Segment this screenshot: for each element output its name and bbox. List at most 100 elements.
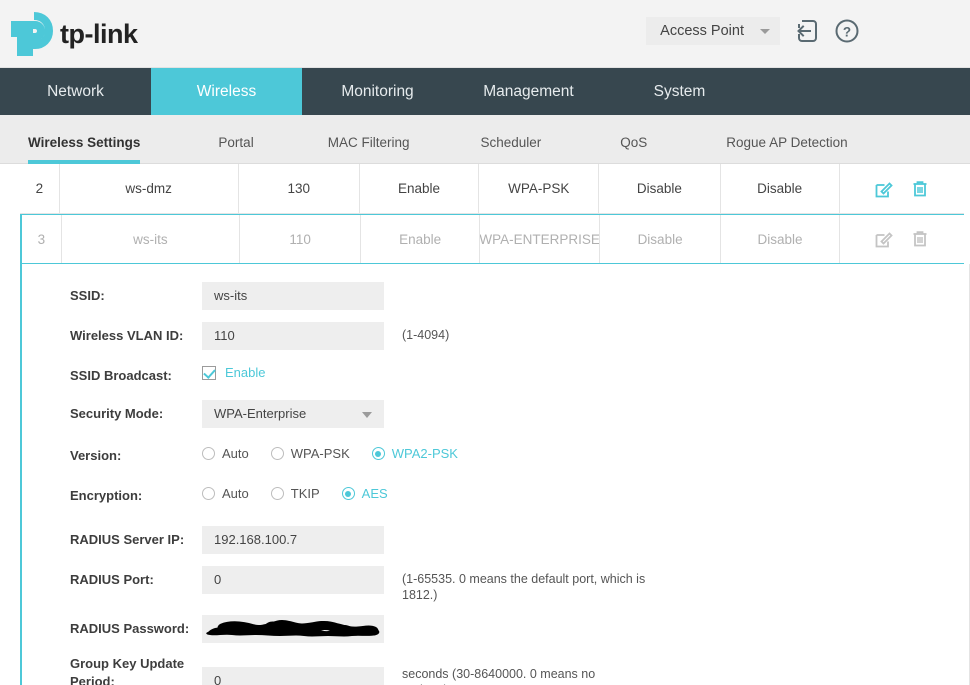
subnav-label: Wireless Settings bbox=[28, 135, 141, 150]
subnav-label: Scheduler bbox=[480, 135, 542, 150]
radius-password-input[interactable] bbox=[202, 615, 384, 644]
field-label: Encryption: bbox=[70, 488, 143, 503]
table-row[interactable]: 2 ws-dmz 130 Enable WPA-PSK Disable Disa… bbox=[20, 164, 964, 214]
nav-label: System bbox=[653, 82, 706, 100]
nav-label: Network bbox=[47, 82, 104, 100]
field-ssid-broadcast: SSID Broadcast: Enable bbox=[22, 362, 969, 388]
field-label: RADIUS Server IP: bbox=[70, 532, 185, 547]
radius-port-input[interactable]: 0 bbox=[202, 566, 384, 594]
edit-icon[interactable] bbox=[874, 229, 894, 249]
field-group-key-update-period: Group Key Update Period: 0 seconds (30-8… bbox=[22, 655, 969, 685]
delete-icon[interactable] bbox=[910, 179, 930, 199]
cell-security: WPA-ENTERPRISE bbox=[480, 215, 601, 263]
cell-index: 3 bbox=[22, 215, 62, 263]
field-label: Wireless VLAN ID: bbox=[70, 328, 184, 343]
chevron-down-icon bbox=[760, 28, 770, 34]
delete-icon[interactable] bbox=[910, 229, 930, 249]
nav-item-monitoring[interactable]: Monitoring bbox=[302, 68, 453, 115]
field-wireless-vlan-id: Wireless VLAN ID: 110 (1-4094) bbox=[22, 322, 969, 350]
cell-broadcast: Enable bbox=[360, 164, 480, 213]
cell-actions bbox=[840, 215, 964, 263]
field-hint: (1-4094) bbox=[402, 328, 450, 342]
operation-mode-select[interactable]: Access Point bbox=[646, 17, 780, 45]
tplink-logo: tp-link bbox=[10, 12, 138, 56]
cell-portal: Disable bbox=[599, 164, 721, 213]
cell-portal: Disable bbox=[600, 215, 722, 263]
nav-item-system[interactable]: System bbox=[604, 68, 755, 115]
radio-icon bbox=[270, 447, 284, 460]
help-icon[interactable]: ? bbox=[834, 18, 860, 44]
brand-name: tp-link bbox=[60, 18, 138, 49]
encryption-option-aes[interactable]: AES bbox=[341, 486, 388, 501]
cell-vlan-enable: Disable bbox=[721, 215, 841, 263]
field-label: Version: bbox=[70, 448, 122, 463]
radio-label: AES bbox=[361, 486, 388, 501]
field-hint: seconds (30-8640000. 0 means no update.) bbox=[402, 667, 596, 685]
field-version: Version: Auto WPA-PSK WPA2-PSK bbox=[22, 442, 969, 468]
version-option-auto[interactable]: Auto bbox=[202, 446, 249, 461]
wireless-ssid-table: 2 ws-dmz 130 Enable WPA-PSK Disable Disa… bbox=[0, 164, 970, 264]
radio-icon bbox=[202, 487, 215, 500]
table-row[interactable]: 3 ws-its 110 Enable WPA-ENTERPRISE Disab… bbox=[20, 214, 964, 264]
operation-mode-value: Access Point bbox=[660, 23, 744, 39]
field-radius-server-ip: RADIUS Server IP: 192.168.100.7 bbox=[22, 526, 969, 554]
cell-broadcast: Enable bbox=[361, 215, 481, 263]
field-label: SSID Broadcast: bbox=[70, 368, 172, 383]
chevron-down-icon bbox=[362, 412, 372, 418]
field-label: Group Key Update Period: bbox=[70, 656, 185, 685]
subnav-item-mac-filtering[interactable]: MAC Filtering bbox=[328, 135, 410, 163]
encryption-option-auto[interactable]: Auto bbox=[202, 486, 249, 501]
subnav-item-scheduler[interactable]: Scheduler bbox=[480, 135, 541, 163]
group-key-update-period-input[interactable]: 0 bbox=[202, 667, 384, 685]
edit-icon[interactable] bbox=[874, 179, 894, 199]
field-radius-port: RADIUS Port: 0 (1-65535. 0 means the def… bbox=[22, 566, 969, 603]
radio-label: TKIP bbox=[290, 486, 320, 501]
cell-security: WPA-PSK bbox=[479, 164, 600, 213]
header-controls: Access Point ? bbox=[646, 17, 860, 45]
radio-selected-icon bbox=[371, 447, 385, 460]
nav-item-wireless[interactable]: Wireless bbox=[151, 68, 302, 115]
redaction-scribble bbox=[206, 620, 380, 637]
encryption-option-tkip[interactable]: TKIP bbox=[270, 486, 320, 501]
version-option-wpa-psk[interactable]: WPA-PSK bbox=[270, 446, 350, 461]
field-label: SSID: bbox=[70, 288, 105, 303]
field-radius-password: RADIUS Password: bbox=[22, 615, 969, 644]
security-mode-select[interactable]: WPA-Enterprise bbox=[202, 400, 384, 428]
logout-icon[interactable] bbox=[794, 18, 820, 44]
subnav-item-rogue-ap-detection[interactable]: Rogue AP Detection bbox=[726, 135, 847, 163]
field-security-mode: Security Mode: WPA-Enterprise bbox=[22, 400, 969, 428]
wireless-vlan-id-input[interactable]: 110 bbox=[202, 322, 384, 350]
subnav-item-wireless-settings[interactable]: Wireless Settings bbox=[28, 135, 141, 164]
nav-label: Wireless bbox=[196, 82, 257, 100]
subnav-item-portal[interactable]: Portal bbox=[218, 135, 253, 163]
ssid-broadcast-checkbox[interactable]: Enable bbox=[202, 362, 392, 380]
field-encryption: Encryption: Auto TKIP AES bbox=[22, 482, 969, 508]
radio-label: WPA2-PSK bbox=[391, 446, 458, 461]
main-navigation: Network Wireless Monitoring Management S… bbox=[0, 68, 970, 115]
version-option-wpa2-psk[interactable]: WPA2-PSK bbox=[371, 446, 458, 461]
subnav-label: Rogue AP Detection bbox=[726, 135, 848, 150]
nav-item-network[interactable]: Network bbox=[0, 68, 151, 115]
nav-item-management[interactable]: Management bbox=[453, 68, 604, 115]
subnav-label: QoS bbox=[620, 135, 648, 150]
cell-actions bbox=[840, 164, 964, 213]
nav-label: Monitoring bbox=[341, 82, 414, 100]
security-mode-value: WPA-Enterprise bbox=[214, 406, 307, 421]
radio-label: Auto bbox=[222, 486, 249, 501]
radio-icon bbox=[202, 447, 215, 460]
field-ssid: SSID: ws-its bbox=[22, 282, 969, 310]
field-label: RADIUS Password: bbox=[70, 621, 190, 637]
ssid-edit-panel: SSID: ws-its Wireless VLAN ID: 110 (1-40… bbox=[20, 264, 970, 685]
radius-server-ip-input[interactable]: 192.168.100.7 bbox=[202, 526, 384, 554]
cell-index: 2 bbox=[20, 164, 60, 213]
subnav-item-qos[interactable]: QoS bbox=[620, 135, 647, 163]
cell-ssid: ws-its bbox=[62, 215, 241, 263]
radio-label: Auto bbox=[222, 446, 249, 461]
field-label: Security Mode: bbox=[70, 406, 164, 421]
field-label: RADIUS Port: bbox=[70, 572, 154, 587]
subnav-label: Portal bbox=[218, 135, 254, 150]
svg-text:?: ? bbox=[843, 25, 851, 40]
ssid-input[interactable]: ws-its bbox=[202, 282, 384, 310]
cell-vlan: 110 bbox=[240, 215, 362, 263]
cell-vlan-enable: Disable bbox=[721, 164, 840, 213]
